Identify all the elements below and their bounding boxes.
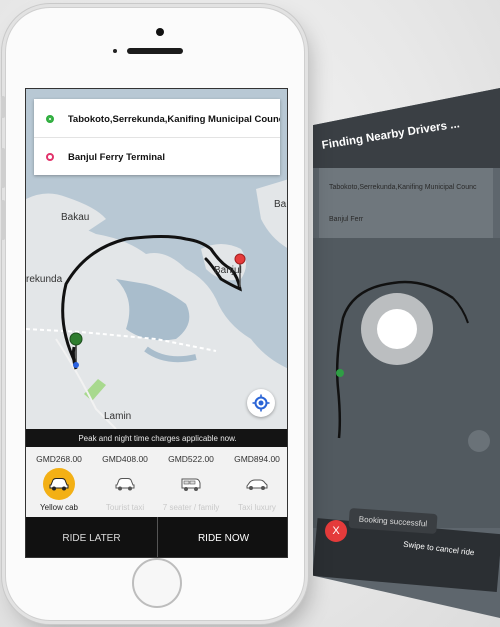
pickup-location: Tabokoto,Serrekunda,Kanifing Municipal C…: [67, 113, 280, 125]
cab-name: Tourist taxi: [105, 503, 145, 512]
cab-name: Yellow cab: [40, 503, 78, 512]
car-icon: [109, 468, 141, 500]
mute-switch: [1, 96, 5, 118]
volume-down-button: [1, 200, 5, 240]
cab-price: GMD268.00: [36, 454, 82, 464]
cab-price: GMD894.00: [234, 454, 280, 464]
earpiece-speaker: [127, 48, 183, 54]
secondary-dropoff-text: Banjul Ferr: [329, 216, 364, 223]
secondary-map: [313, 238, 500, 528]
cab-option-7-seater[interactable]: GMD522.00 7 seater / family: [158, 447, 224, 517]
cab-option-tourist-taxi[interactable]: GMD408.00 Tourist taxi: [92, 447, 158, 517]
dropoff-dot-icon: [46, 153, 54, 161]
searching-center-icon: [377, 309, 417, 349]
map-label-serrekunda: rekunda: [26, 274, 63, 285]
pickup-dot-icon: [46, 115, 54, 123]
cancel-ride-button[interactable]: X: [325, 520, 347, 542]
map-label-bakau: Bakau: [61, 212, 90, 223]
cab-price: GMD522.00: [168, 454, 214, 464]
app-screen: Bakau rekunda Banjul Ba Lamin Tabokoto,S…: [25, 88, 288, 558]
volume-up-button: [1, 148, 5, 188]
secondary-gps-icon[interactable]: [468, 430, 490, 452]
ride-later-button[interactable]: RIDE LATER: [26, 517, 158, 557]
car-icon: [43, 468, 75, 500]
map-label-ba: Ba: [274, 199, 287, 210]
cab-price: GMD408.00: [102, 454, 148, 464]
secondary-phone-screen: Finding Nearby Drivers ... Tabokoto,Serr…: [313, 88, 500, 618]
front-camera: [156, 28, 164, 36]
dropoff-location: Banjul Ferry Terminal: [68, 151, 165, 163]
pickup-row[interactable]: Tabokoto,Serrekunda,Kanifing Municipal C…: [34, 101, 280, 138]
car-icon: [241, 468, 273, 500]
action-bar: RIDE LATER RIDE NOW: [26, 517, 287, 557]
secondary-route-card: Tabokoto,Serrekunda,Kanifing Municipal C…: [319, 168, 493, 238]
cab-options: GMD268.00 Yellow cab GMD408.00 Tourist t…: [26, 447, 287, 517]
cab-option-yellow-cab[interactable]: GMD268.00 Yellow cab: [26, 447, 92, 517]
cab-name: 7 seater / family: [162, 503, 220, 512]
route-card: Tabokoto,Serrekunda,Kanifing Municipal C…: [34, 99, 280, 175]
location-target-icon: [252, 394, 270, 412]
my-location-button[interactable]: [247, 389, 275, 417]
map-label-lamin: Lamin: [104, 411, 132, 422]
home-button[interactable]: [132, 558, 182, 608]
van-icon: [175, 468, 207, 500]
map-label-banjul: Banjul: [214, 265, 242, 276]
cab-option-taxi-luxury[interactable]: GMD894.00 Taxi luxury: [224, 447, 287, 517]
sensor: [113, 49, 117, 53]
secondary-route-line: [335, 280, 469, 439]
cab-name: Taxi luxury: [238, 503, 276, 512]
phone-frame: Bakau rekunda Banjul Ba Lamin Tabokoto,S…: [1, 8, 304, 620]
secondary-pickup-pin-icon: [336, 369, 344, 377]
secondary-pickup-text: Tabokoto,Serrekunda,Kanifing Municipal C…: [329, 184, 477, 191]
peak-charges-notice: Peak and night time charges applicable n…: [26, 429, 287, 447]
ride-now-button[interactable]: RIDE NOW: [158, 517, 287, 557]
dropoff-row[interactable]: Banjul Ferry Terminal: [34, 139, 280, 175]
